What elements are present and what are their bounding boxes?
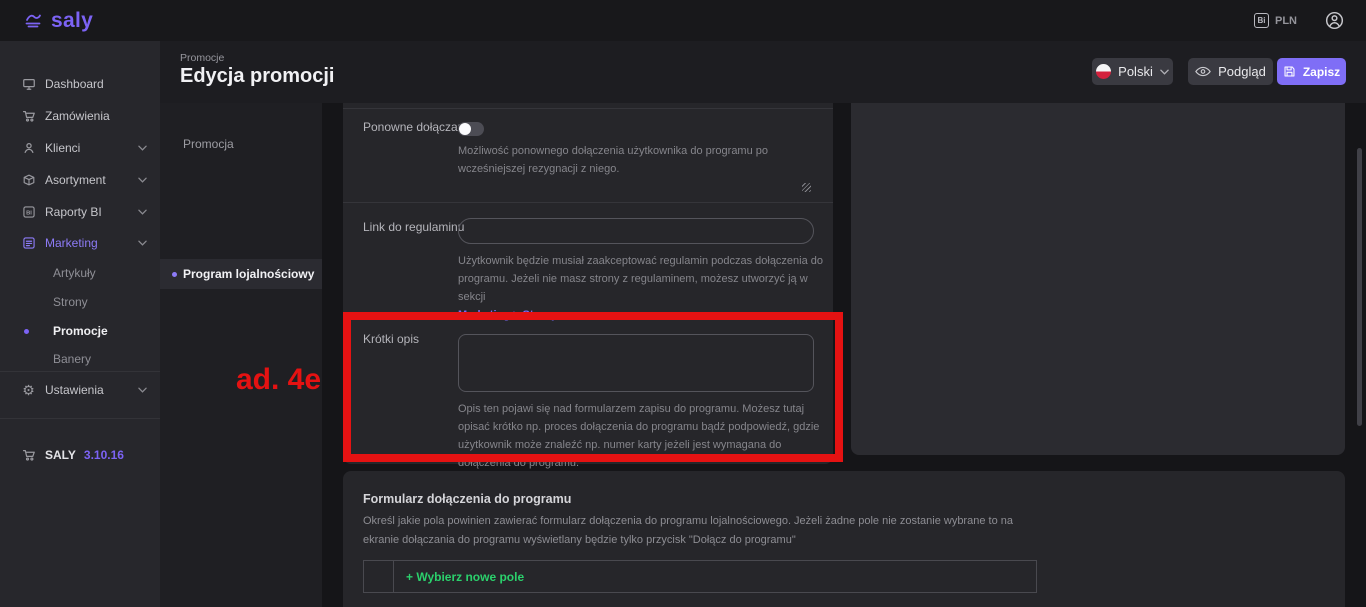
app-name: SALY	[45, 448, 76, 462]
sidebar-item-clients[interactable]: Klienci	[0, 140, 160, 156]
save-button[interactable]: Zapisz	[1277, 58, 1346, 85]
join-form-title: Formularz dołączenia do programu	[363, 492, 571, 506]
banknote-icon: Bi	[1254, 13, 1269, 28]
poland-flag-icon	[1096, 64, 1111, 79]
chevron-down-icon	[138, 177, 147, 183]
topbar: saly Bi PLN	[0, 0, 1366, 41]
page-title: Edycja promocji	[180, 65, 335, 88]
svg-text:BI: BI	[26, 210, 32, 216]
right-panel	[851, 103, 1345, 455]
marketing-icon	[21, 236, 36, 250]
terms-description: Użytkownik będzie musiał zaakceptować re…	[458, 252, 830, 324]
promotion-subnav: Promocja Program lojalnościowy	[160, 103, 322, 607]
divider	[343, 202, 833, 203]
cart-icon	[21, 448, 36, 462]
sidebar-subitem-pages[interactable]: Strony	[0, 294, 160, 310]
saly-logo-text: saly	[51, 9, 93, 33]
annotation-text: ad. 4e	[236, 363, 321, 397]
vertical-scrollbar-thumb[interactable]	[1357, 148, 1362, 426]
terms-link-input[interactable]	[458, 218, 814, 244]
join-form-description: Określ jakie pola powinien zawierać form…	[363, 512, 1035, 550]
breadcrumb: Promocje	[180, 52, 224, 64]
chevron-down-icon	[138, 387, 147, 393]
rejoin-description: Możliwość ponownego dołączenia użytkowni…	[458, 142, 830, 178]
app-version: 3.10.16	[84, 448, 124, 462]
active-dot	[24, 329, 29, 334]
terms-link-label: Link do regulaminu	[363, 220, 464, 234]
sidebar-subitem-label: Banery	[53, 352, 91, 366]
rejoin-toggle[interactable]	[458, 122, 484, 136]
language-button-label: Polski	[1118, 64, 1153, 79]
sidebar-footer: SALY 3.10.16	[0, 447, 160, 463]
sidebar-item-label: Zamówienia	[45, 109, 110, 123]
sidebar-item-label: Asortyment	[45, 173, 106, 187]
bi-icon: BI	[21, 205, 36, 219]
eye-icon	[1195, 66, 1211, 77]
sidebar-subitem-label: Strony	[53, 295, 88, 309]
resize-handle-icon[interactable]	[802, 183, 811, 192]
sidebar-item-label: Marketing	[45, 236, 98, 250]
marketing-pages-link[interactable]: Marketing > Strony	[458, 306, 830, 324]
sidebar-subitem-articles[interactable]: Artykuły	[0, 265, 160, 281]
loyalty-program-form: Ponowne dołączanie Możliwość ponownego d…	[343, 103, 833, 464]
saly-logo[interactable]: saly	[24, 0, 93, 41]
toggle-knob	[459, 123, 471, 135]
sidebar-subitem-banners[interactable]: Banery	[0, 351, 160, 367]
language-button[interactable]: Polski	[1092, 58, 1173, 85]
join-form-section: Formularz dołączenia do programu Określ …	[343, 471, 1345, 607]
account-icon[interactable]	[1325, 11, 1344, 30]
divider	[0, 418, 160, 419]
subnav-item-label: Promocja	[183, 137, 234, 151]
active-dot	[172, 272, 177, 277]
chevron-down-icon	[138, 145, 147, 151]
subnav-item-loyalty-program[interactable]: Program lojalnościowy	[160, 259, 322, 289]
short-description-textarea[interactable]	[458, 334, 814, 392]
chevron-down-icon	[138, 240, 147, 246]
sidebar-item-label: Klienci	[45, 141, 80, 155]
save-button-label: Zapisz	[1303, 65, 1340, 79]
chevron-down-icon	[138, 209, 147, 215]
short-description-label: Krótki opis	[363, 332, 419, 346]
divider	[0, 371, 160, 372]
terms-description-text: Użytkownik będzie musiał zaakceptować re…	[458, 255, 823, 303]
saly-logo-icon	[24, 13, 46, 29]
divider	[343, 108, 833, 109]
sidebar-item-assortment[interactable]: Asortyment	[0, 172, 160, 188]
sidebar-item-label: Dashboard	[45, 77, 104, 91]
user-icon	[21, 141, 36, 155]
box-icon	[21, 173, 36, 187]
subnav-item-promotion[interactable]: Promocja	[160, 129, 322, 159]
sidebar-item-orders[interactable]: Zamówienia	[0, 108, 160, 124]
cart-icon	[21, 109, 36, 123]
sidebar: Dashboard Zamówienia Klienci Asortyment	[0, 41, 160, 607]
sidebar-item-label: Ustawienia	[45, 383, 104, 397]
monitor-icon	[21, 77, 36, 91]
sidebar-item-reports-bi[interactable]: BI Raporty BI	[0, 204, 160, 220]
sidebar-item-marketing[interactable]: Marketing	[0, 235, 160, 251]
currency-code: PLN	[1275, 15, 1297, 27]
drag-handle-cell	[364, 561, 394, 592]
form-fields-row: + Wybierz nowe pole	[363, 560, 1037, 593]
chevron-down-icon	[1160, 69, 1169, 75]
sidebar-subitem-label: Promocje	[53, 324, 108, 338]
gear-icon: ⚙	[21, 383, 36, 397]
sidebar-subitem-label: Artykuły	[53, 266, 96, 280]
sidebar-item-settings[interactable]: ⚙ Ustawienia	[0, 382, 160, 398]
preview-button-label: Podgląd	[1218, 64, 1266, 79]
page-header: Promocje Edycja promocji Polski Podgląd …	[160, 41, 1366, 103]
topbar-right: Bi PLN	[1254, 0, 1366, 41]
app-root: saly Bi PLN Dashboard	[0, 0, 1366, 607]
floppy-disk-icon	[1283, 65, 1296, 78]
add-field-button[interactable]: + Wybierz nowe pole	[394, 561, 524, 592]
short-description-help: Opis ten pojawi się nad formularzem zapi…	[458, 400, 830, 472]
preview-button[interactable]: Podgląd	[1188, 58, 1273, 85]
subnav-item-label: Program lojalnościowy	[183, 267, 314, 281]
sidebar-subitem-promotions[interactable]: Promocje	[0, 323, 160, 339]
currency-selector[interactable]: Bi PLN	[1254, 13, 1297, 28]
sidebar-item-dashboard[interactable]: Dashboard	[0, 76, 160, 92]
sidebar-item-label: Raporty BI	[45, 205, 102, 219]
